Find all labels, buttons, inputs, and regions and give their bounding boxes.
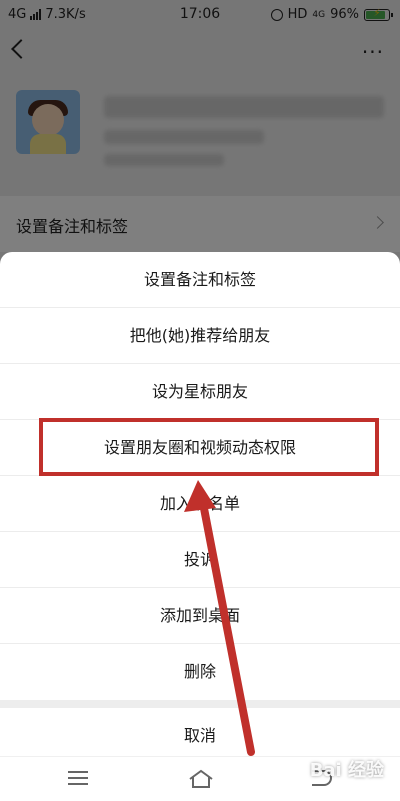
menu-item-delete[interactable]: 删除 xyxy=(0,644,400,700)
menu-item-star-friend[interactable]: 设为星标朋友 xyxy=(0,364,400,420)
recent-apps-icon[interactable] xyxy=(68,771,88,785)
highlight-box xyxy=(39,418,379,476)
menu-item-report[interactable]: 投诉 xyxy=(0,532,400,588)
menu-item-set-remark[interactable]: 设置备注和标签 xyxy=(0,252,400,308)
menu-item-add-to-blacklist[interactable]: 加入黑名单 xyxy=(0,476,400,532)
menu-item-recommend-to-friend[interactable]: 把他(她)推荐给朋友 xyxy=(0,308,400,364)
menu-item-add-to-desktop[interactable]: 添加到桌面 xyxy=(0,588,400,644)
watermark: Bai 经验 xyxy=(309,760,384,781)
action-sheet: 设置备注和标签 把他(她)推荐给朋友 设为星标朋友 设置朋友圈和视频动态权限 加… xyxy=(0,252,400,800)
home-icon[interactable] xyxy=(188,769,214,789)
sheet-divider xyxy=(0,700,400,708)
